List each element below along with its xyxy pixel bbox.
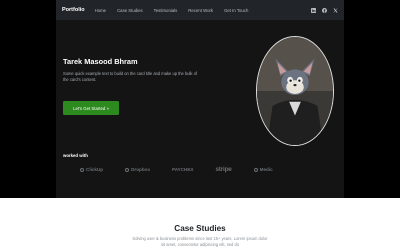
- nav-links: Home Case Studies Testimonials Recent Wo…: [95, 8, 249, 13]
- dropbox-logo-text: Dropbox: [131, 167, 150, 172]
- dropbox-logo-icon: [125, 167, 130, 172]
- hero-name: Tarek Masood Bhram: [63, 57, 138, 66]
- medic-logo-icon: [253, 167, 258, 172]
- hero-section: Tarek Masood Bhram Some quick example te…: [56, 20, 344, 198]
- worked-with-label: worked with: [63, 153, 88, 158]
- dropbox-logo: Dropbox: [125, 167, 150, 172]
- social-links: [311, 7, 338, 13]
- paychex-logo: PAYCHEX: [172, 167, 194, 172]
- medic-logo: Medic: [253, 167, 273, 172]
- clickup-logo-text: ClickUp: [86, 167, 104, 172]
- nav-link-home[interactable]: Home: [95, 8, 106, 13]
- stripe-logo: stripe: [215, 166, 232, 173]
- nav-link-recent-work[interactable]: Recent Work: [188, 8, 213, 13]
- medic-logo-text: Medic: [259, 167, 273, 172]
- x-icon[interactable]: [333, 8, 338, 13]
- nav-link-case-studies[interactable]: Case Studies: [117, 8, 143, 13]
- facebook-icon[interactable]: [322, 7, 327, 13]
- nav-link-get-in-touch[interactable]: Get In Touch: [224, 8, 248, 13]
- case-studies-section: Case Studies Solving user & business pro…: [0, 198, 400, 250]
- get-started-button[interactable]: Let's Get Started »: [63, 101, 119, 115]
- client-logos: ClickUp Dropbox PAYCHEX stripe Medic: [80, 166, 273, 173]
- hero-lead-text: Some quick example text to build on the …: [63, 71, 198, 82]
- profile-avatar: [256, 36, 334, 146]
- brand-logo[interactable]: Portfolio: [62, 7, 85, 13]
- nav-link-testimonials[interactable]: Testimonials: [154, 8, 178, 13]
- case-studies-title: Case Studies: [174, 224, 226, 233]
- clickup-logo-icon: [80, 167, 84, 172]
- clickup-logo: ClickUp: [80, 167, 103, 172]
- top-navbar: Portfolio Home Case Studies Testimonials…: [56, 0, 344, 20]
- linkedin-icon[interactable]: [311, 7, 316, 13]
- case-studies-description: Solving user & business problems since l…: [132, 236, 268, 247]
